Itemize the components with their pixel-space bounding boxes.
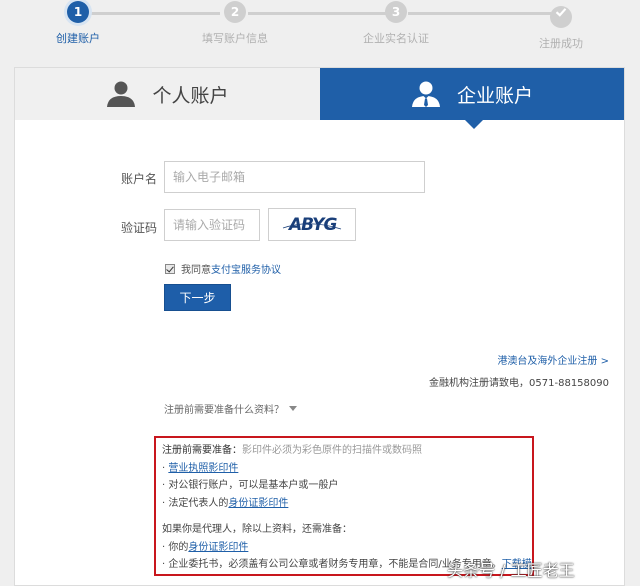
- materials-panel: 注册前需要准备：影印件必须为彩色原件的扫描件或数码照 · 营业执照影印件 · 对…: [154, 436, 534, 576]
- chevron-down-icon: [289, 406, 297, 411]
- step-label: 创建账户: [56, 32, 100, 45]
- account-name-label: 账户名: [120, 172, 157, 186]
- materials-toggle[interactable]: 注册前需要准备什么资料？: [164, 401, 297, 416]
- overseas-registration-link[interactable]: 港澳台及海外企业注册 >: [497, 352, 609, 367]
- agent-id-link[interactable]: 身份证影印件: [188, 542, 248, 553]
- watermark: 头条号 / 工匠老王: [447, 561, 575, 580]
- step-label: 填写账户信息: [202, 32, 268, 45]
- tab-personal-account[interactable]: 个人账户: [15, 68, 320, 120]
- account-name-input[interactable]: [164, 161, 425, 193]
- materials-heading: 注册前需要准备：影印件必须为彩色原件的扫描件或数码照: [162, 445, 422, 456]
- step-label: 企业实名认证: [363, 32, 429, 45]
- progress-stepper: 1 创建账户 2 填写账户信息 3 企业实名认证 注册成功: [0, 0, 640, 56]
- next-step-button[interactable]: 下一步: [164, 284, 231, 311]
- list-item: · 对公银行账户，可以是基本户或一般户: [162, 480, 339, 491]
- step-success: 注册成功: [506, 1, 616, 51]
- list-item: · 法定代表人的身份证影印件: [162, 497, 289, 509]
- registration-card: 个人账户 企业账户 账户名 验证码 ABYG 我同意 支付宝服务协议 下一步 港…: [14, 67, 625, 586]
- account-type-tabs: 个人账户 企业账户: [15, 68, 624, 129]
- tab-enterprise-account[interactable]: 企业账户: [320, 68, 624, 120]
- person-icon: [107, 81, 136, 107]
- captcha-image[interactable]: ABYG: [268, 208, 356, 241]
- captcha-label: 验证码: [120, 221, 157, 235]
- agreement-text: 我同意: [181, 265, 211, 276]
- finance-hotline: 金融机构注册请致电，0571-88158090: [429, 378, 609, 389]
- list-item: · 你的身份证影印件: [162, 541, 249, 553]
- tab-selected-pointer: [465, 120, 483, 129]
- tab-label: 企业账户: [456, 84, 533, 107]
- tab-label: 个人账户: [152, 84, 229, 107]
- step-number: 1: [67, 1, 89, 23]
- step-verify-enterprise: 3 企业实名认证: [341, 1, 451, 46]
- step-create-account: 1 创建账户: [23, 1, 133, 46]
- service-agreement-link[interactable]: 支付宝服务协议: [211, 261, 281, 276]
- legal-rep-id-link[interactable]: 身份证影印件: [228, 498, 288, 509]
- list-item: · 营业执照影印件: [162, 462, 239, 474]
- agreement-checkbox[interactable]: [165, 263, 175, 274]
- step-number: 3: [385, 1, 407, 23]
- step-fill-info: 2 填写账户信息: [180, 1, 290, 46]
- step-number: 2: [224, 1, 246, 23]
- step-label: 注册成功: [539, 37, 583, 50]
- materials-toggle-label: 注册前需要准备什么资料？: [164, 405, 284, 416]
- captcha-input[interactable]: [164, 209, 260, 241]
- check-icon: [550, 6, 572, 28]
- agreement-row: 我同意 支付宝服务协议: [165, 261, 281, 276]
- business-person-icon: [411, 81, 440, 107]
- business-license-link[interactable]: 营业执照影印件: [168, 463, 238, 474]
- agent-heading: 如果你是代理人，除以上资料，还需准备：: [162, 524, 352, 535]
